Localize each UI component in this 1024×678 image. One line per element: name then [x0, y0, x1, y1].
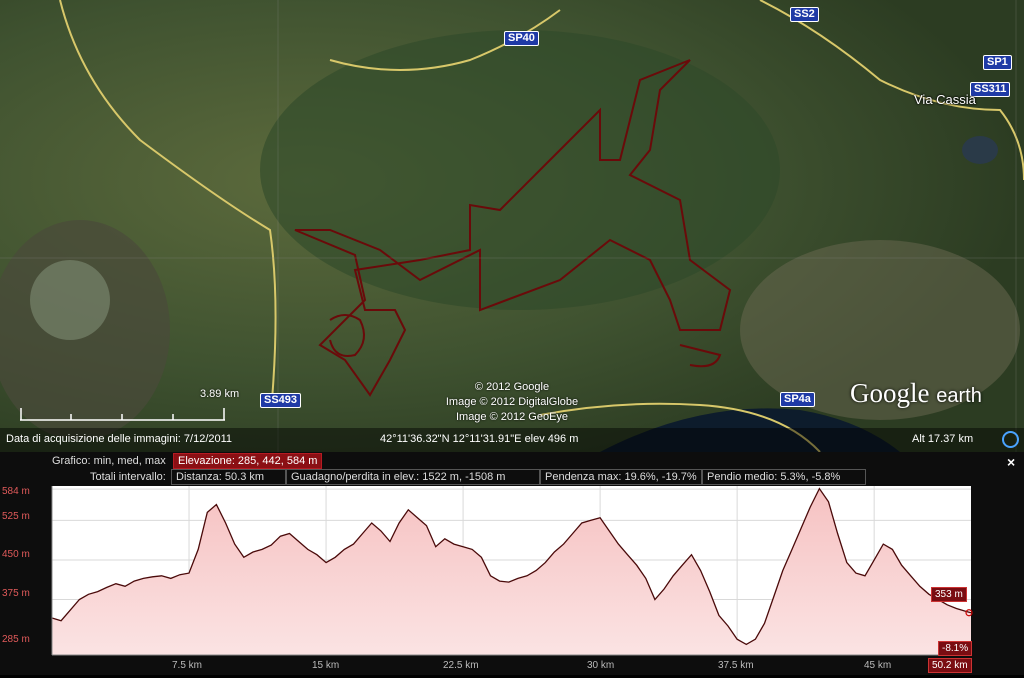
- y-tick-label: 285 m: [2, 634, 30, 645]
- close-icon[interactable]: ×: [1007, 454, 1015, 470]
- scale-label: 3.89 km: [200, 388, 240, 400]
- y-tick-label: 375 m: [2, 588, 30, 599]
- x-tick-label: 15 km: [312, 660, 340, 671]
- road-label-ss2: SS2: [790, 7, 819, 22]
- cursor-slope-label: -8.1%: [938, 641, 973, 656]
- max-slope-summary: Pendenza max: 19.6%, -19.7%: [540, 469, 702, 485]
- road-label-sp4a: SP4a: [780, 392, 815, 407]
- x-tick-label: 45 km: [864, 660, 892, 671]
- road-label-ss493: SS493: [260, 393, 302, 408]
- elevation-gain-summary: Guadagno/perdita in elev.: 1522 m, -1508…: [286, 469, 540, 485]
- pointer-coordinates: 42°11'36.32"N 12°11'31.91"E elev 496 m: [380, 433, 579, 445]
- map-view[interactable]: SS2 SP40 SP1 SS311 SS493 SP4a Via Cassia…: [0, 0, 1024, 452]
- eye-altitude: Alt 17.37 km: [912, 433, 974, 445]
- totals-label: Totali intervallo:: [90, 471, 166, 483]
- road-label-ss311: SS311: [970, 82, 1011, 97]
- distance-summary: Distanza: 50.3 km: [171, 469, 286, 485]
- elevation-chart-svg[interactable]: [0, 484, 1024, 675]
- x-tick-label: 30 km: [587, 660, 615, 671]
- acquisition-date: Data di acquisizione delle immagini: 7/1…: [6, 433, 233, 445]
- logo-google: Google: [850, 378, 930, 408]
- x-tick-label: 37.5 km: [718, 660, 754, 671]
- graph-label: Grafico: min, med, max: [52, 455, 166, 467]
- elevation-summary[interactable]: Elevazione: 285, 442, 584 m: [173, 453, 323, 469]
- y-tick-label: 450 m: [2, 549, 30, 560]
- place-label-via-cassia: Via Cassia: [914, 92, 976, 107]
- cursor-elevation-label: 353 m: [931, 587, 967, 602]
- imagery-copyright: © 2012 Google Image © 2012 DigitalGlobe …: [400, 380, 624, 425]
- cursor-distance-label: 50.2 km: [928, 658, 972, 673]
- navigation-icon[interactable]: [1002, 431, 1019, 448]
- x-tick-label: 22.5 km: [443, 660, 479, 671]
- copyright-line: Image © 2012 GeoEye: [455, 411, 569, 423]
- google-earth-logo: Google earth: [850, 378, 982, 409]
- y-tick-label: 525 m: [2, 511, 30, 522]
- logo-earth: earth: [936, 385, 982, 407]
- elevation-profile-panel: Grafico: min, med, max Elevazione: 285, …: [0, 452, 1024, 675]
- road-label-sp40: SP40: [504, 31, 539, 46]
- copyright-line: Image © 2012 DigitalGlobe: [445, 396, 579, 408]
- elevation-chart[interactable]: 584 m 525 m 450 m 375 m 285 m 7.5 km 15 …: [0, 484, 1024, 675]
- road-label-sp1: SP1: [983, 55, 1012, 70]
- status-bar: Data di acquisizione delle immagini: 7/1…: [0, 428, 1024, 452]
- scale-bar: [20, 408, 225, 421]
- avg-slope-summary: Pendio medio: 5.3%, -5.8%: [702, 469, 866, 485]
- x-tick-label: 7.5 km: [172, 660, 203, 671]
- copyright-line: © 2012 Google: [474, 381, 550, 393]
- y-tick-label: 584 m: [2, 486, 30, 497]
